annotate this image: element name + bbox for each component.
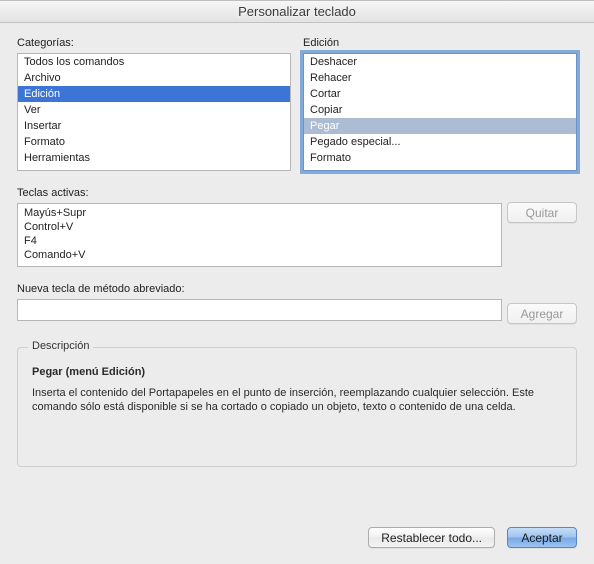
active-keys-listbox[interactable]: Mayús+SuprControl+VF4Comando+V (17, 203, 502, 267)
categories-listbox[interactable]: Todos los comandosArchivoEdiciónVerInser… (17, 53, 291, 171)
active-key-item[interactable]: Control+V (24, 220, 495, 234)
category-item[interactable]: Todos los comandos (18, 54, 290, 70)
description-title: Pegar (menú Edición) (32, 366, 562, 378)
active-keys-label: Teclas activas: (17, 187, 577, 199)
category-item[interactable]: Archivo (18, 70, 290, 86)
active-key-item[interactable]: Comando+V (24, 248, 495, 262)
category-item[interactable]: Insertar (18, 118, 290, 134)
command-item[interactable]: Pegado especial... (304, 134, 576, 150)
command-item[interactable]: Rehacer (304, 70, 576, 86)
active-key-item[interactable]: F4 (24, 234, 495, 248)
new-key-input[interactable] (17, 299, 502, 321)
add-button[interactable]: Agregar (507, 303, 577, 324)
category-item[interactable]: Ver (18, 102, 290, 118)
categories-label: Categorías: (17, 37, 291, 49)
command-item[interactable]: Pegar (304, 118, 576, 134)
remove-button[interactable]: Quitar (507, 202, 577, 223)
command-item[interactable]: Formato (304, 150, 576, 166)
command-item[interactable]: Cortar (304, 86, 576, 102)
category-item[interactable]: Formato (18, 134, 290, 150)
new-key-label: Nueva tecla de método abreviado: (17, 283, 577, 295)
description-group: Descripción Pegar (menú Edición) Inserta… (17, 347, 577, 467)
command-item[interactable]: Deshacer (304, 54, 576, 70)
description-body: Inserta el contenido del Portapapeles en… (32, 386, 562, 414)
active-key-item[interactable]: Mayús+Supr (24, 206, 495, 220)
category-item[interactable]: Herramientas (18, 150, 290, 166)
category-item[interactable]: Edición (18, 86, 290, 102)
command-item[interactable]: Copiar (304, 102, 576, 118)
customize-keyboard-window: Personalizar teclado Categorías: Todos l… (0, 0, 594, 564)
reset-all-button[interactable]: Restablecer todo... (368, 527, 495, 548)
accept-button[interactable]: Aceptar (507, 527, 577, 548)
description-legend: Descripción (28, 340, 93, 352)
window-title: Personalizar teclado (0, 1, 594, 23)
commands-label: Edición (303, 37, 577, 49)
commands-listbox[interactable]: DeshacerRehacerCortarCopiarPegarPegado e… (303, 53, 577, 171)
